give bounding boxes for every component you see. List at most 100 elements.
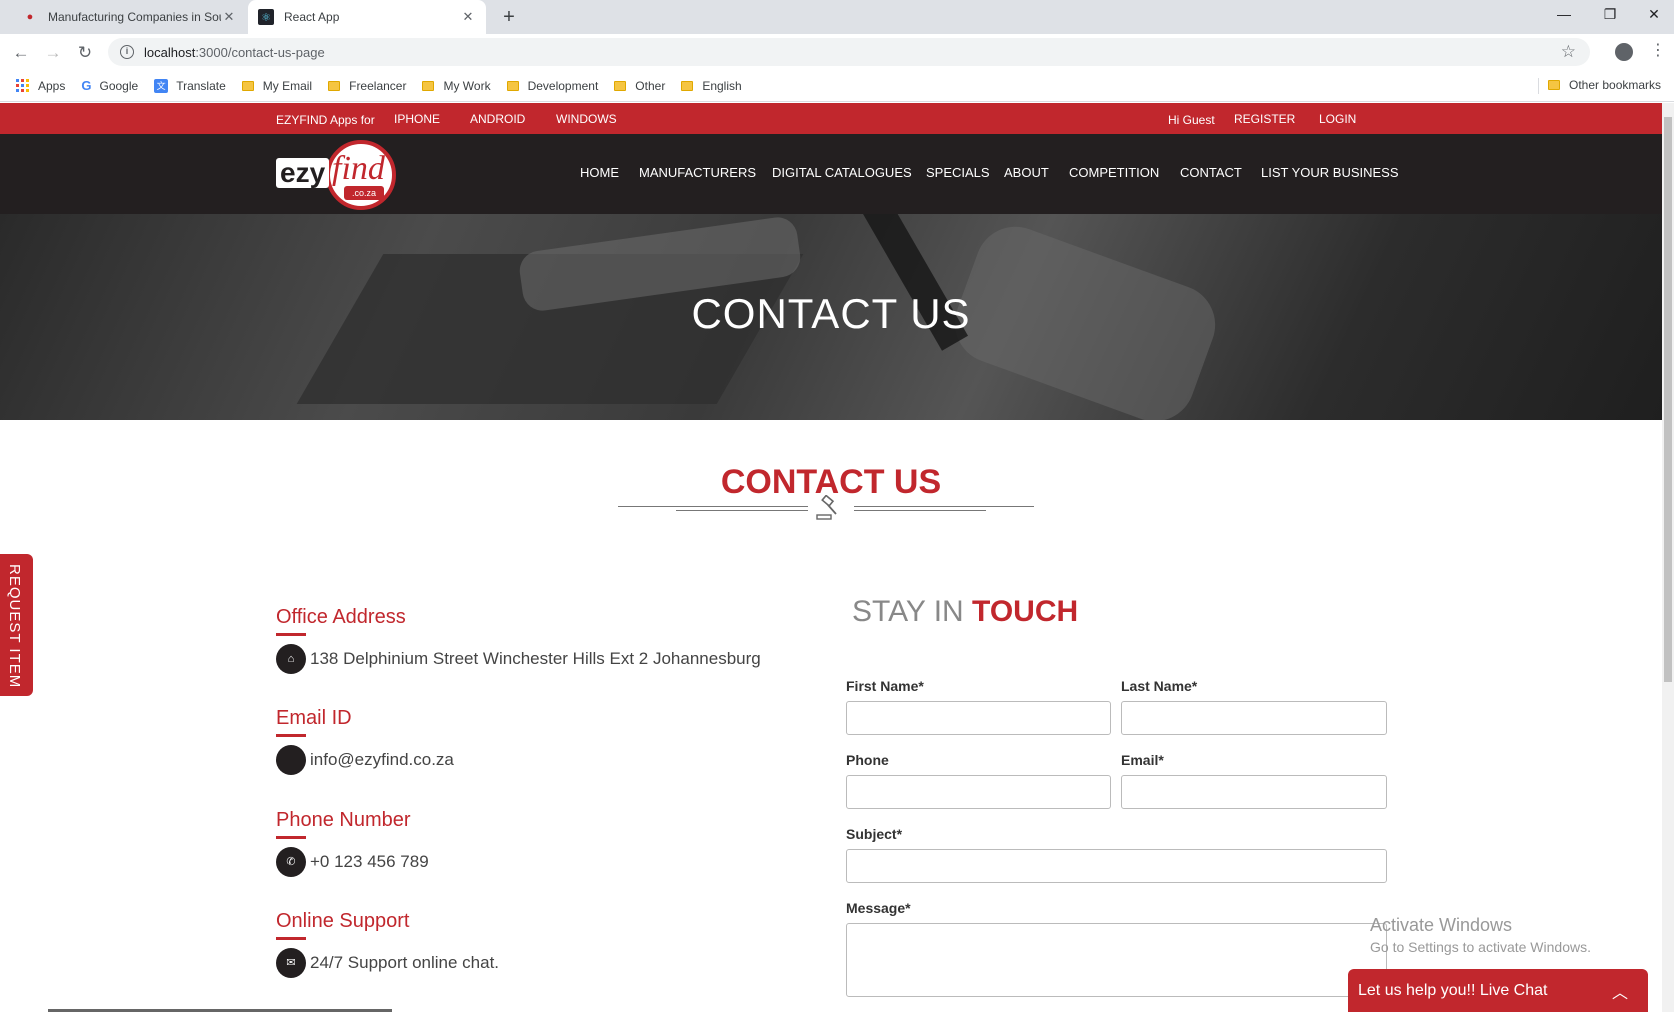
vertical-scrollbar[interactable]: [1662, 103, 1674, 1012]
nav-specials[interactable]: SPECIALS: [926, 165, 990, 180]
folder-icon: [328, 80, 341, 91]
chat-icon: ✉: [276, 948, 306, 978]
location-icon: ⌂: [276, 644, 306, 674]
chevron-up-icon[interactable]: ︿: [1612, 979, 1628, 1003]
bookmark-my-work[interactable]: My Work: [422, 78, 491, 93]
office-address-heading: Office Address: [276, 606, 406, 628]
browser-tab-react-app[interactable]: ⚛ React App ✕: [248, 0, 486, 34]
nav-competition[interactable]: COMPETITION: [1069, 165, 1159, 180]
logo-coza: .co.za: [344, 186, 384, 200]
office-address-text: 138 Delphinium Street Winchester Hills E…: [310, 649, 761, 668]
bookmark-label: Other: [635, 78, 666, 93]
menu-kebab-icon[interactable]: ⋮: [1650, 40, 1666, 60]
bookmark-label: Freelancer: [349, 78, 407, 93]
phone-text[interactable]: +0 123 456 789: [310, 852, 429, 872]
folder-icon: [422, 80, 435, 91]
android-link[interactable]: ANDROID: [470, 112, 525, 126]
nav-digital-catalogues[interactable]: DIGITAL CATALOGUES: [772, 165, 912, 180]
bookmark-english[interactable]: English: [681, 79, 742, 93]
new-tab-button[interactable]: +: [498, 6, 520, 28]
activate-windows-subtitle: Go to Settings to activate Windows.: [1370, 939, 1591, 955]
divider-line: [854, 510, 986, 511]
last-name-label: Last Name*: [1121, 678, 1198, 694]
online-support-text: 24/7 Support online chat.: [310, 953, 500, 972]
tab-title: Manufacturing Companies in Sou: [48, 10, 221, 24]
phone-heading: Phone Number: [276, 809, 411, 831]
bookmarks-bar: Apps G Google 文 Translate My Email Freel…: [0, 70, 1674, 102]
profile-icon[interactable]: [1615, 43, 1633, 61]
phone-block: Phone Number ✆ +0 123 456 789: [276, 809, 429, 877]
ezyfind-favicon-icon: ●: [26, 11, 34, 23]
email-heading: Email ID: [276, 707, 352, 729]
heading-underline: [276, 836, 306, 839]
stay-in-touch-heading: STAY IN TOUCH: [852, 595, 1078, 629]
nav-home[interactable]: HOME: [580, 165, 619, 180]
restore-icon[interactable]: ❐: [1588, 0, 1632, 30]
bookmark-development[interactable]: Development: [506, 79, 598, 93]
address-toolbar: ← → ↻ i localhost:3000/contact-us-page ☆…: [0, 34, 1674, 70]
title-divider: [618, 493, 1034, 523]
email-text[interactable]: info@ezyfind.co.za: [310, 750, 454, 770]
request-item-label: REQUEST ITEM: [6, 564, 23, 689]
divider-line: [618, 506, 808, 507]
bookmark-label: Google: [99, 78, 139, 93]
nav-about[interactable]: ABOUT: [1004, 165, 1049, 180]
close-tab-icon[interactable]: ✕: [221, 9, 237, 25]
bookmark-other[interactable]: Other: [614, 79, 665, 93]
ezyfind-logo[interactable]: ezy find .co.za: [276, 140, 400, 210]
subject-input[interactable]: [846, 849, 1387, 883]
back-icon[interactable]: ←: [10, 42, 32, 64]
bookmark-other-bookmarks[interactable]: Other bookmarks: [1548, 78, 1661, 92]
live-chat-widget[interactable]: Let us help you!! Live Chat ︿: [1348, 969, 1648, 1012]
greeting-label: Hi Guest: [1168, 113, 1215, 127]
close-window-icon[interactable]: ✕: [1632, 0, 1674, 30]
bookmark-apps[interactable]: Apps: [16, 78, 65, 93]
windows-link[interactable]: WINDOWS: [556, 112, 617, 126]
email-input[interactable]: [1121, 775, 1387, 809]
bookmark-star-icon[interactable]: ☆: [1561, 42, 1576, 62]
minimize-icon[interactable]: —: [1542, 0, 1586, 30]
phone-icon: ✆: [276, 847, 306, 877]
bookmark-label: My Work: [443, 78, 491, 93]
info-icon[interactable]: i: [120, 45, 134, 59]
iphone-link[interactable]: IPHONE: [394, 112, 440, 126]
message-textarea[interactable]: [846, 923, 1387, 997]
nav-manufacturers[interactable]: MANUFACTURERS: [639, 165, 756, 180]
divider-line: [854, 506, 1034, 507]
close-tab-icon[interactable]: ✕: [460, 9, 476, 25]
apps-grid-icon: [16, 78, 30, 93]
heading-underline: [276, 633, 306, 636]
activate-windows-title: Activate Windows: [1370, 915, 1513, 935]
office-address-block: Office Address ⌂ 138 Delphinium Street W…: [276, 606, 761, 674]
bookmark-my-email[interactable]: My Email: [241, 79, 312, 93]
last-name-input[interactable]: [1121, 701, 1387, 735]
translate-icon: 文: [154, 78, 169, 93]
activate-windows-watermark: Activate Windows Go to Settings to activ…: [1370, 915, 1591, 955]
browser-tab-manufacturing[interactable]: ● Manufacturing Companies in Sou ✕: [12, 0, 247, 34]
register-link[interactable]: REGISTER: [1234, 112, 1295, 126]
folder-icon: [241, 80, 254, 91]
phone-input[interactable]: [846, 775, 1111, 809]
heading-underline: [276, 937, 306, 940]
first-name-input[interactable]: [846, 701, 1111, 735]
logo-find: find: [332, 150, 385, 187]
main-navigation: ezy find .co.za HOME MANUFACTURERS DIGIT…: [0, 134, 1662, 214]
phone-label: Phone: [846, 752, 889, 768]
login-link[interactable]: LOGIN: [1319, 112, 1356, 126]
bookmark-translate[interactable]: 文 Translate: [154, 78, 226, 93]
bookmark-google[interactable]: G Google: [81, 78, 138, 93]
apps-for-label: EZYFIND Apps for: [276, 113, 375, 127]
forward-icon[interactable]: →: [42, 42, 64, 64]
email-label: Email*: [1121, 752, 1164, 768]
tab-title: React App: [284, 10, 340, 24]
react-favicon-icon: ⚛: [258, 9, 274, 25]
nav-contact[interactable]: CONTACT: [1180, 165, 1242, 180]
reload-icon[interactable]: ↻: [74, 42, 96, 64]
google-icon: G: [81, 78, 92, 93]
url-input[interactable]: i localhost:3000/contact-us-page ☆: [108, 38, 1590, 66]
scrollbar-thumb[interactable]: [1664, 117, 1672, 682]
nav-list-your-business[interactable]: LIST YOUR BUSINESS: [1261, 165, 1399, 180]
bookmark-freelancer[interactable]: Freelancer: [328, 79, 406, 93]
gavel-icon: [816, 495, 837, 520]
request-item-tab[interactable]: REQUEST ITEM: [0, 554, 33, 696]
